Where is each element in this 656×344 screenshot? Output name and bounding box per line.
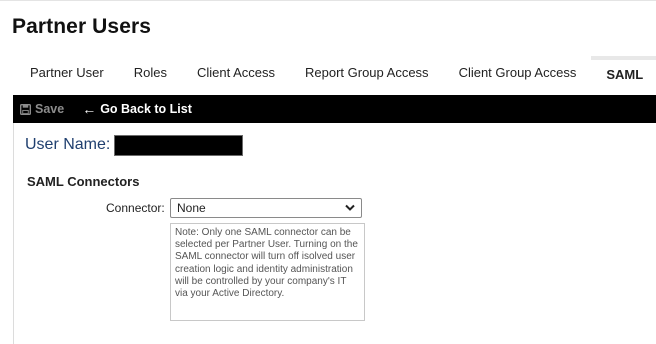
arrow-left-icon: ← — [82, 101, 97, 117]
user-name-redacted — [114, 135, 243, 156]
chevron-down-icon — [345, 204, 355, 211]
user-name-label: User Name: — [25, 136, 111, 153]
tab-roles[interactable]: Roles — [119, 56, 182, 92]
saml-connectors-heading: SAML Connectors — [27, 174, 140, 189]
action-toolbar: Save ← Go Back to List — [13, 95, 656, 123]
save-button[interactable]: Save — [20, 102, 64, 116]
tab-report-group-access[interactable]: Report Group Access — [290, 56, 444, 92]
tab-bar: Partner User Roles Client Access Report … — [15, 56, 656, 92]
save-label: Save — [35, 102, 65, 116]
go-back-button[interactable]: ← Go Back to List — [82, 101, 192, 117]
content-divider — [13, 123, 14, 344]
top-divider — [0, 0, 656, 1]
floppy-disk-icon — [20, 103, 31, 115]
go-back-label: Go Back to List — [100, 102, 192, 116]
saml-note: Note: Only one SAML connector can be sel… — [170, 223, 365, 321]
connector-label: Connector: — [106, 201, 165, 215]
tab-saml[interactable]: SAML — [591, 56, 656, 92]
connector-selected-value: None — [177, 201, 206, 215]
connector-select[interactable]: None — [170, 198, 362, 218]
tab-client-group-access[interactable]: Client Group Access — [444, 56, 592, 92]
page-title: Partner Users — [12, 15, 152, 38]
tab-partner-user[interactable]: Partner User — [15, 56, 119, 92]
tab-client-access[interactable]: Client Access — [182, 56, 290, 92]
